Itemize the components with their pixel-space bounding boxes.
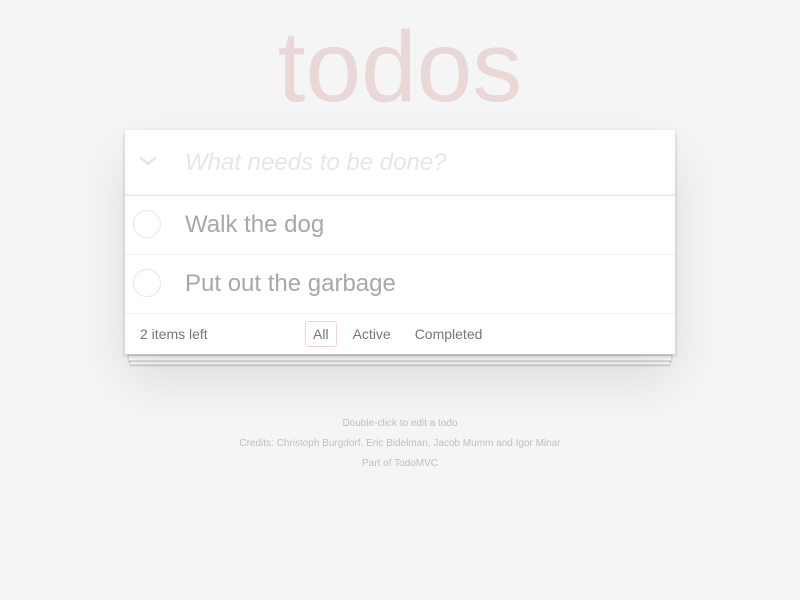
app-title: todos [277, 11, 523, 123]
items-left-count: 2 items left [140, 326, 208, 342]
chevron-down-icon-graphic [139, 156, 157, 166]
filter-item-active: Active [345, 321, 399, 347]
todo-complete-checkbox[interactable] [133, 269, 161, 297]
filter-item-completed: Completed [407, 321, 491, 347]
todo-complete-checkbox[interactable] [133, 210, 161, 238]
chevron-down-icon[interactable] [135, 152, 161, 178]
filter-all-link[interactable]: All [305, 321, 337, 347]
filter-active-link[interactable]: Active [345, 321, 399, 347]
todo-app: Walk the dog Put out the garbage 2 items… [125, 130, 675, 354]
todo-list: Walk the dog Put out the garbage [125, 196, 675, 314]
filter-item-all: All [305, 321, 337, 347]
info-footer: Double-click to edit a todo Credits: Chr… [0, 414, 800, 474]
filter-list: All Active Completed [305, 321, 490, 347]
part-of-text: Part of TodoMVC [362, 458, 438, 469]
todo-header [125, 130, 675, 196]
todo-footer: 2 items left All Active Completed [125, 314, 675, 354]
todo-item-put-out-the-garbage: Put out the garbage [125, 255, 675, 314]
filter-completed-link[interactable]: Completed [407, 321, 491, 347]
todo-item-walk-the-dog: Walk the dog [125, 196, 675, 255]
new-todo-input[interactable] [185, 130, 665, 195]
list-stack-shadow [128, 355, 672, 361]
credits-text: Credits: Christoph Burgdorf, Eric Bidelm… [239, 438, 561, 449]
todo-label[interactable]: Put out the garbage [185, 255, 396, 313]
todo-label[interactable]: Walk the dog [185, 196, 324, 254]
edit-hint: Double-click to edit a todo [342, 418, 458, 429]
